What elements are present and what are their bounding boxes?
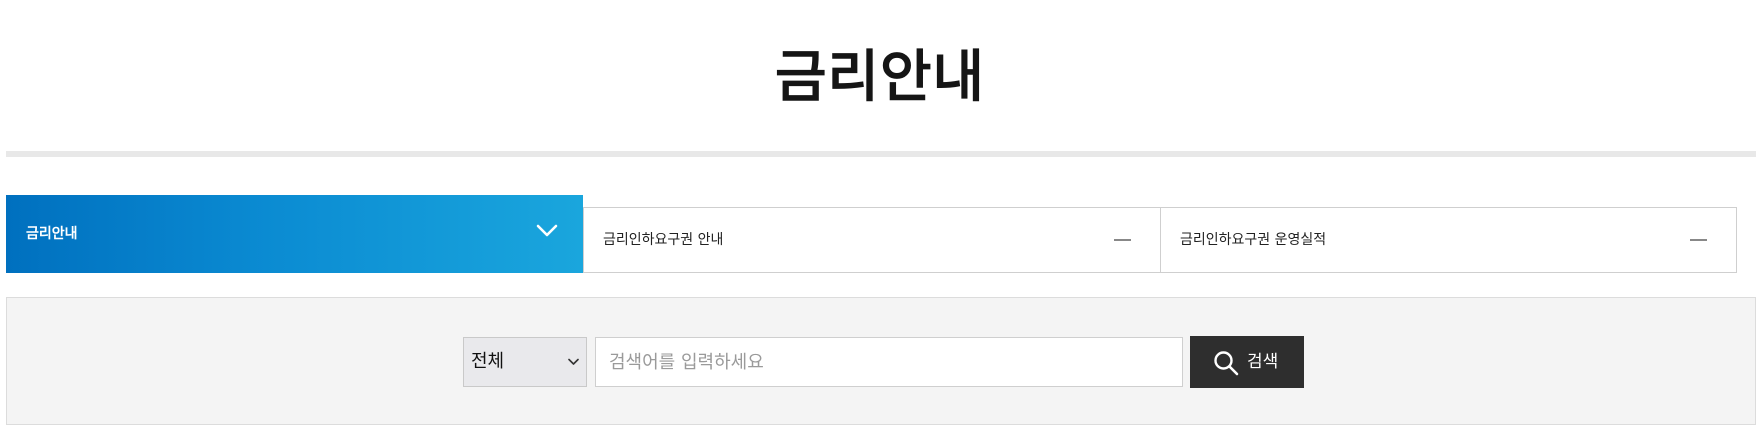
tab-interest-rate-info[interactable]: 금리안내 xyxy=(6,195,583,273)
search-button-label: 검색 xyxy=(1247,352,1279,371)
tab-label: 금리인하요구권 운영실적 xyxy=(1180,232,1327,248)
tab-label: 금리인하요구권 안내 xyxy=(603,232,724,248)
chevron-down-icon xyxy=(536,224,558,237)
page-title: 금리안내 xyxy=(774,45,986,110)
tab-bar: 금리안내 금리인하요구권 안내 금리인하요구권 운영실적 xyxy=(6,195,1737,273)
chevron-down-icon xyxy=(568,358,579,365)
minus-icon xyxy=(1114,239,1131,241)
page: 금리안내 금리안내 금리인하요구권 안내 금리인하요구권 운영실적 전체 검색어… xyxy=(0,0,1760,440)
minus-icon xyxy=(1690,239,1707,241)
search-button[interactable]: 검색 xyxy=(1190,336,1304,388)
title-divider xyxy=(6,151,1756,157)
search-icon xyxy=(1214,351,1239,376)
search-input[interactable] xyxy=(595,337,1183,387)
category-select[interactable]: 전체 xyxy=(463,337,587,387)
search-panel: 전체 검색 xyxy=(6,297,1756,425)
category-select-value: 전체 xyxy=(471,351,505,372)
tab-rate-cut-request-results[interactable]: 금리인하요구권 운영실적 xyxy=(1160,207,1737,273)
tab-rate-cut-request-guide[interactable]: 금리인하요구권 안내 xyxy=(583,207,1161,273)
tab-label: 금리안내 xyxy=(26,226,78,242)
